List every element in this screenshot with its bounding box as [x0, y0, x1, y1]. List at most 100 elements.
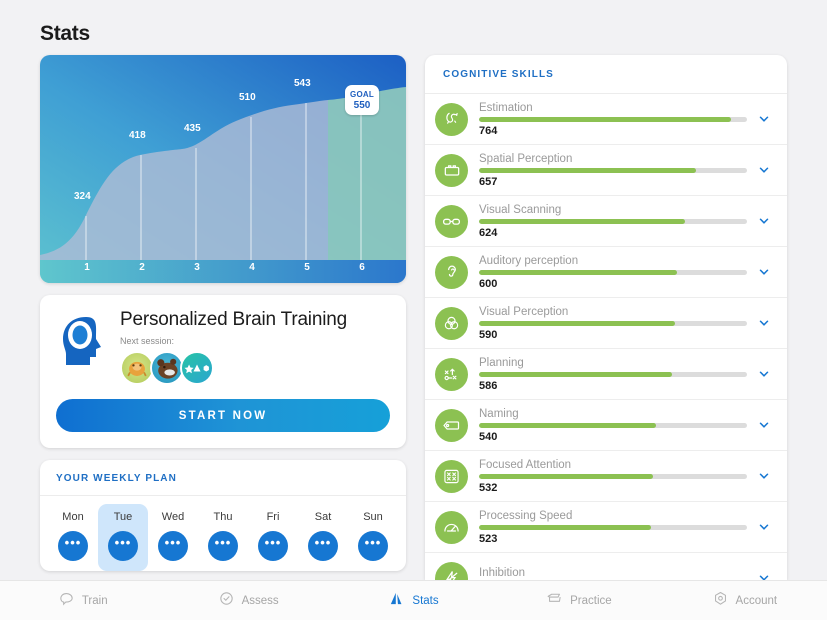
skill-row[interactable]: Processing Speed 523 [425, 502, 787, 553]
day-dot[interactable]: ••• [258, 531, 288, 561]
skill-progress-fill [479, 320, 675, 326]
skill-progress-track [479, 116, 747, 122]
skill-score: 586 [479, 379, 498, 392]
skill-row[interactable]: Visual Scanning 624 [425, 196, 787, 247]
skill-progress-fill [479, 422, 656, 428]
chart-x-label-1: 1 [84, 262, 90, 273]
weekly-plan-header: YOUR WEEKLY PLAN [40, 460, 406, 496]
nav-item-practice[interactable]: Practice [496, 590, 661, 612]
chart-x-label-3: 3 [194, 262, 200, 273]
skill-score: 523 [479, 532, 498, 545]
speedometer-icon [435, 510, 468, 544]
brain-training-card: Personalized Brain Training Next session… [40, 295, 406, 448]
day-label: Sun [363, 511, 383, 523]
day-dot[interactable]: ••• [58, 531, 88, 561]
skill-score: 540 [479, 430, 498, 443]
estimation-icon [435, 102, 468, 136]
skill-row[interactable]: Visual Perception 590 [425, 298, 787, 349]
skill-progress-track [479, 473, 747, 479]
skill-progress-track [479, 524, 747, 530]
skill-progress-track [479, 218, 747, 224]
page-title: Stats [40, 22, 90, 45]
skill-score: 624 [479, 226, 498, 239]
skill-row[interactable]: Focused Attention 532 [425, 451, 787, 502]
chevron-down-icon[interactable] [755, 316, 773, 330]
chart-point-label-4: 510 [239, 92, 256, 103]
day-dot[interactable]: ••• [308, 531, 338, 561]
day-tue[interactable]: Tue ••• [98, 504, 148, 571]
day-dot[interactable]: ••• [108, 531, 138, 561]
day-sat[interactable]: Sat ••• [298, 504, 348, 571]
nav-item-train[interactable]: Train [0, 590, 165, 612]
skill-row[interactable]: Planning 586 [425, 349, 787, 400]
chevron-down-icon[interactable] [755, 367, 773, 381]
skill-score: 657 [479, 175, 498, 188]
day-mon[interactable]: Mon ••• [48, 504, 98, 571]
day-dot[interactable]: ••• [158, 531, 188, 561]
skill-content: Processing Speed 523 [479, 510, 747, 545]
folder-icon [546, 590, 563, 612]
left-column: 324 418 435 510 543 GOAL 550 1 2 3 4 5 6 [40, 55, 406, 571]
skill-content: Visual Scanning 624 [479, 204, 747, 239]
lightning-icon [435, 561, 468, 580]
chevron-down-icon[interactable] [755, 469, 773, 483]
brain-icon [58, 590, 75, 612]
chevron-down-icon[interactable] [755, 265, 773, 279]
brain-head-logo [63, 317, 101, 365]
skill-row[interactable]: Naming 540 [425, 400, 787, 451]
venn-circles-icon [435, 306, 468, 340]
chart-point-label-3: 435 [184, 123, 201, 134]
skill-progress-fill [479, 524, 651, 530]
chevron-down-icon[interactable] [755, 571, 773, 580]
weekly-plan-days: Mon ••• Tue ••• Wed ••• Thu ••• Fri ••• … [40, 496, 406, 571]
skill-score: 590 [479, 328, 498, 341]
skill-row[interactable]: Estimation 764 [425, 94, 787, 145]
nav-item-stats[interactable]: Stats [331, 590, 496, 612]
nav-item-account[interactable]: Account [662, 590, 827, 612]
game-thumb-bear[interactable] [150, 351, 184, 385]
skill-progress-fill [479, 473, 654, 479]
day-fri[interactable]: Fri ••• [248, 504, 298, 571]
day-wed[interactable]: Wed ••• [148, 504, 198, 571]
skill-content: Auditory perception 600 [479, 255, 747, 290]
hexagon-icon [712, 590, 729, 612]
skill-name: Visual Scanning [479, 203, 562, 216]
day-dot[interactable]: ••• [208, 531, 238, 561]
chart-x-label-2: 2 [139, 262, 145, 273]
day-dot[interactable]: ••• [358, 531, 388, 561]
skill-row[interactable]: Auditory perception 600 [425, 247, 787, 298]
focus-arrows-icon [435, 459, 468, 493]
skill-progress-track [479, 320, 747, 326]
weekly-plan-card: YOUR WEEKLY PLAN Mon ••• Tue ••• Wed •••… [40, 460, 406, 571]
skill-row[interactable]: Inhibition [425, 553, 787, 580]
nav-label: Practice [570, 594, 612, 607]
skill-content: Planning 586 [479, 357, 747, 392]
skill-progress-fill [479, 218, 686, 224]
spatial-perception-icon [435, 153, 468, 187]
game-thumb-shapes[interactable] [180, 351, 214, 385]
day-sun[interactable]: Sun ••• [348, 504, 398, 571]
game-thumb-orange-creature[interactable] [120, 351, 154, 385]
skill-row[interactable]: Spatial Perception 657 [425, 145, 787, 196]
chevron-down-icon[interactable] [755, 520, 773, 534]
skill-name: Spatial Perception [479, 152, 573, 165]
bottom-navigation: Train Assess Stats Practice Account [0, 580, 827, 620]
day-thu[interactable]: Thu ••• [198, 504, 248, 571]
chevron-down-icon[interactable] [755, 418, 773, 432]
day-label: Wed [161, 511, 185, 523]
glasses-icon [435, 204, 468, 238]
chevron-down-icon[interactable] [755, 214, 773, 228]
chart-point-label-2: 418 [129, 130, 146, 141]
skill-progress-fill [479, 116, 731, 122]
day-label: Tue [113, 511, 133, 523]
chevron-down-icon[interactable] [755, 163, 773, 177]
chevron-down-icon[interactable] [755, 112, 773, 126]
skill-name: Inhibition [479, 566, 526, 579]
chart-point-label-1: 324 [74, 191, 91, 202]
goal-badge: GOAL 550 [345, 85, 379, 115]
nav-item-assess[interactable]: Assess [165, 590, 330, 612]
start-now-button[interactable]: START NOW [56, 399, 390, 432]
brain-training-title: Personalized Brain Training [120, 309, 347, 330]
skill-progress-track [479, 371, 747, 377]
skill-name: Naming [479, 407, 519, 420]
